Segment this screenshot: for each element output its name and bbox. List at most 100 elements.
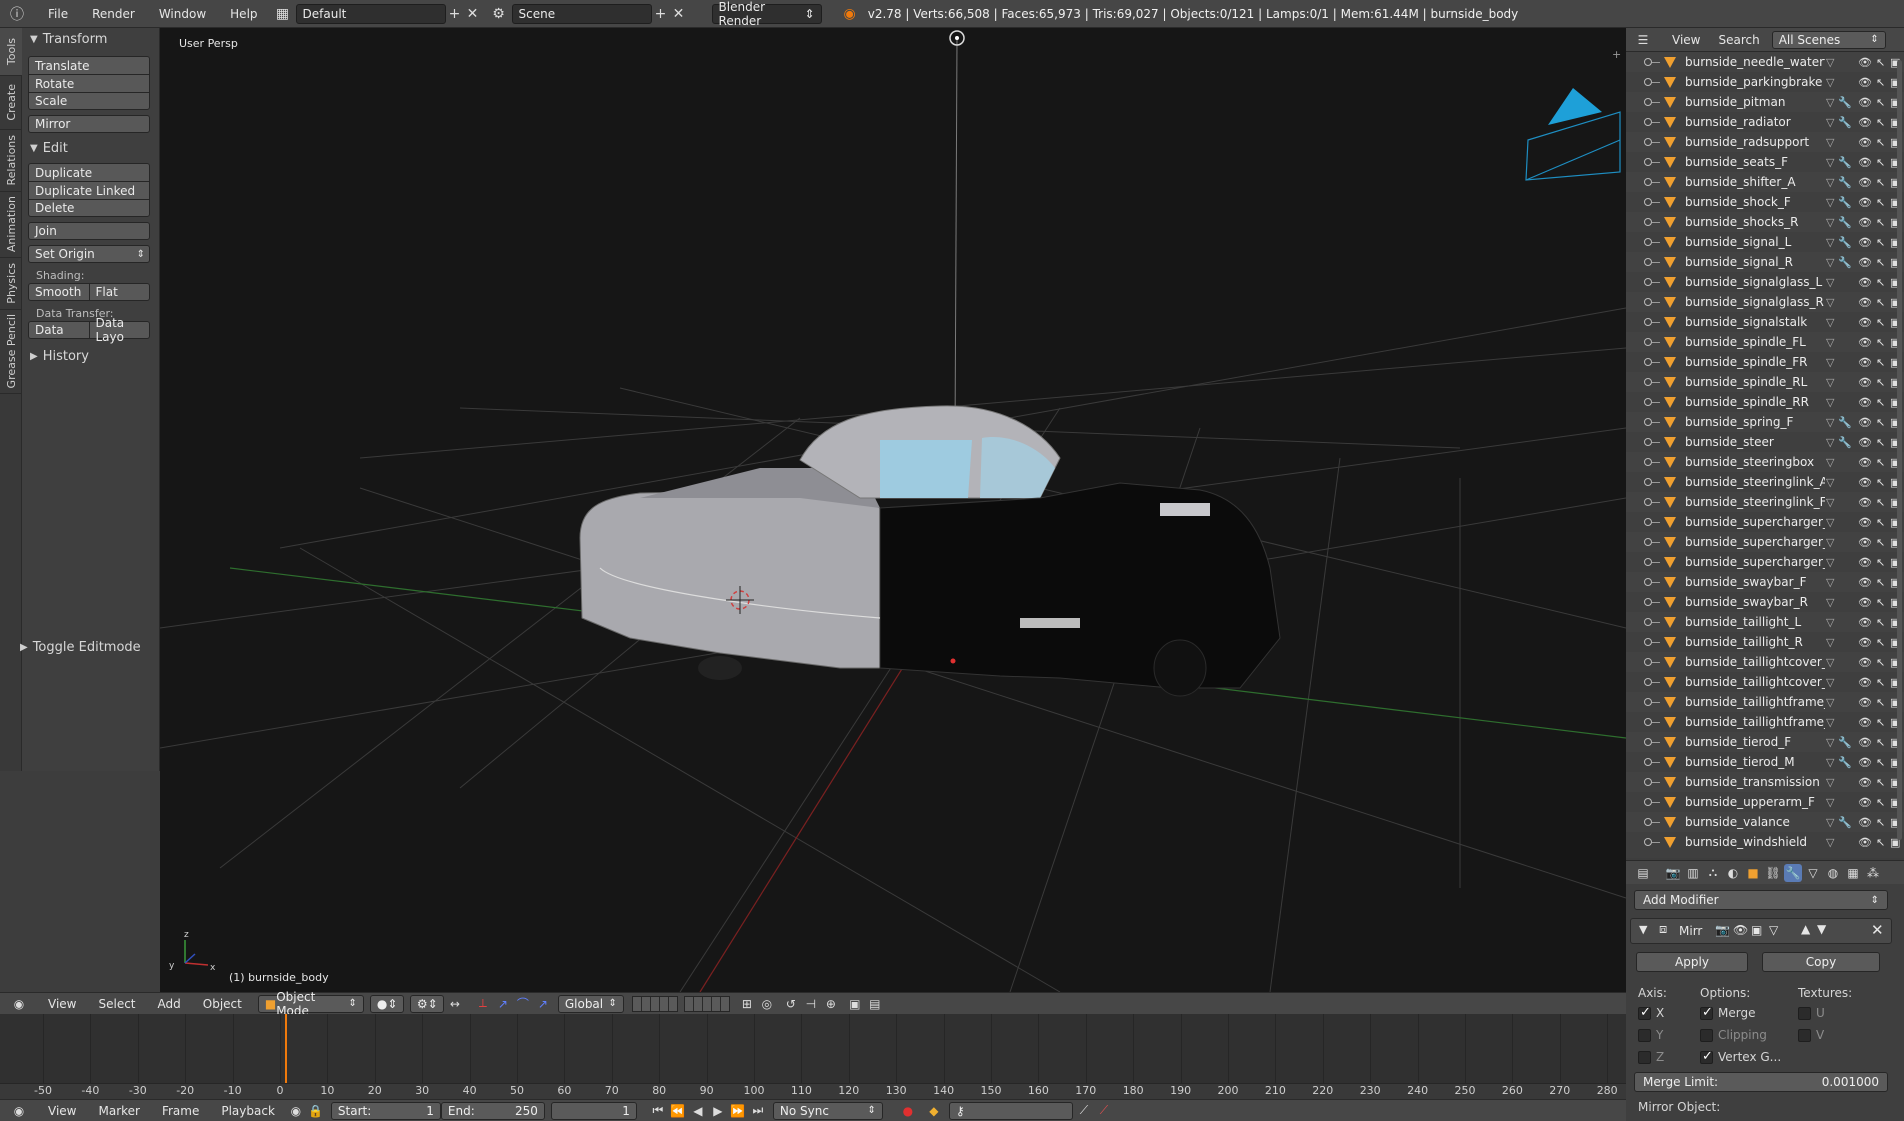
menu-help[interactable]: Help bbox=[230, 7, 257, 21]
visibility-eye-icon[interactable]: 👁 bbox=[1858, 696, 1872, 709]
mesh-data-icon[interactable]: ▽ 🔧 bbox=[1826, 236, 1852, 249]
selectability-cursor-icon[interactable]: ↖ bbox=[1876, 596, 1885, 609]
outliner-item[interactable]: burnside_steer ▽ 🔧 👁 ↖ ▣ bbox=[1626, 432, 1904, 452]
selectability-cursor-icon[interactable]: ↖ bbox=[1876, 616, 1885, 629]
expand-toggle-icon[interactable] bbox=[1644, 678, 1652, 686]
collapse-modifier-icon[interactable]: ▼ bbox=[1639, 923, 1647, 936]
mesh-data-icon[interactable]: ▽ bbox=[1826, 656, 1834, 669]
outliner-item-name[interactable]: burnside_taillightframe_L bbox=[1685, 695, 1825, 709]
vertex-groups-checkbox[interactable] bbox=[1700, 1049, 1713, 1064]
selectability-cursor-icon[interactable]: ↖ bbox=[1876, 276, 1885, 289]
mesh-data-icon[interactable]: ▽ bbox=[1826, 56, 1834, 69]
editmode-toggle-icon[interactable]: ▣ bbox=[1751, 923, 1762, 937]
mesh-data-icon[interactable]: ▽ 🔧 bbox=[1826, 116, 1852, 129]
outliner-item[interactable]: burnside_supercharger_throt▽👁↖▣ bbox=[1626, 552, 1904, 572]
object-tab-icon[interactable]: ■ bbox=[1744, 864, 1762, 882]
outliner-item[interactable]: burnside_radiator ▽ 🔧 👁 ↖ ▣ bbox=[1626, 112, 1904, 132]
editor-type-icon[interactable]: ◉ bbox=[10, 1102, 28, 1120]
playhead[interactable] bbox=[284, 1014, 287, 1083]
outliner-item-name[interactable]: burnside_valance bbox=[1685, 815, 1825, 829]
visibility-eye-icon[interactable]: 👁 bbox=[1858, 436, 1872, 449]
mesh-data-icon[interactable]: ▽ bbox=[1826, 336, 1834, 349]
expand-toggle-icon[interactable] bbox=[1644, 558, 1652, 566]
selectability-cursor-icon[interactable]: ↖ bbox=[1876, 116, 1885, 129]
outliner-item[interactable]: burnside_signal_L ▽ 🔧 👁 ↖ ▣ bbox=[1626, 232, 1904, 252]
visibility-eye-icon[interactable]: 👁 bbox=[1858, 176, 1872, 189]
viewport-corner-plus[interactable]: + bbox=[1612, 48, 1621, 61]
outliner-item[interactable]: burnside_spring_F ▽ 🔧 👁 ↖ ▣ bbox=[1626, 412, 1904, 432]
outliner-item[interactable]: burnside_upperarm_F ▽ 👁 ↖ ▣ bbox=[1626, 792, 1904, 812]
insert-keyframe-icon[interactable]: ⟋ bbox=[1075, 1102, 1093, 1120]
visibility-eye-icon[interactable]: 👁 bbox=[1858, 576, 1872, 589]
transform-panel-header[interactable]: ▼ Transform bbox=[22, 28, 159, 50]
outliner-item[interactable]: burnside_pitman ▽ 🔧 👁 ↖ ▣ bbox=[1626, 92, 1904, 112]
expand-toggle-icon[interactable] bbox=[1644, 258, 1652, 266]
expand-toggle-icon[interactable] bbox=[1644, 718, 1652, 726]
smooth-button[interactable]: Smooth bbox=[28, 283, 90, 301]
copy-button[interactable]: Copy bbox=[1762, 952, 1880, 972]
history-panel-header[interactable]: ▶ History bbox=[22, 345, 159, 367]
visibility-eye-icon[interactable]: 👁 bbox=[1858, 736, 1872, 749]
modifier-name-field[interactable]: Mirr bbox=[1679, 924, 1702, 938]
mesh-data-icon[interactable]: ▽ bbox=[1826, 576, 1834, 589]
arc-manipulator-icon[interactable]: ⌒ bbox=[514, 995, 532, 1013]
mesh-data-icon[interactable]: ▽ 🔧 bbox=[1826, 816, 1852, 829]
render-engine-select[interactable]: Blender Render ⇕ bbox=[711, 0, 822, 28]
axis-y-checkbox[interactable] bbox=[1638, 1029, 1651, 1042]
mesh-data-icon[interactable]: ▽ bbox=[1826, 836, 1834, 849]
selectability-cursor-icon[interactable]: ↖ bbox=[1876, 576, 1885, 589]
outliner-item[interactable]: burnside_shifter_A ▽ 🔧 👁 ↖ ▣ bbox=[1626, 172, 1904, 192]
viewport-shading-select[interactable]: ●⇕ bbox=[369, 994, 404, 1013]
selectability-cursor-icon[interactable]: ↖ bbox=[1876, 436, 1885, 449]
outliner-item[interactable]: burnside_tierod_M ▽ 🔧 👁 ↖ ▣ bbox=[1626, 752, 1904, 772]
outliner-menu-search[interactable]: Search bbox=[1718, 33, 1759, 47]
texture-tab-icon[interactable]: ▦ bbox=[1844, 864, 1862, 882]
outliner-item-name[interactable]: burnside_radiator bbox=[1685, 115, 1825, 129]
visibility-eye-icon[interactable]: 👁 bbox=[1858, 136, 1872, 149]
outliner-item[interactable]: burnside_swaybar_R ▽ 👁 ↖ ▣ bbox=[1626, 592, 1904, 612]
selectability-cursor-icon[interactable]: ↖ bbox=[1876, 96, 1885, 109]
outliner-item[interactable]: burnside_spindle_FR ▽ 👁 ↖ ▣ bbox=[1626, 352, 1904, 372]
selectability-cursor-icon[interactable]: ↖ bbox=[1876, 316, 1885, 329]
outliner-item[interactable]: burnside_signal_R ▽ 🔧 👁 ↖ ▣ bbox=[1626, 252, 1904, 272]
visibility-eye-icon[interactable]: 👁 bbox=[1858, 816, 1872, 829]
visibility-eye-icon[interactable]: 👁 bbox=[1858, 276, 1872, 289]
screen-layout-icon[interactable]: ▦ bbox=[274, 5, 292, 23]
orientation-select[interactable]: Global ⇕ bbox=[557, 994, 624, 1013]
visibility-eye-icon[interactable]: 👁 bbox=[1858, 476, 1872, 489]
expand-toggle-icon[interactable] bbox=[1644, 198, 1652, 206]
play-reverse-icon[interactable]: ◀ bbox=[689, 1102, 707, 1120]
mesh-data-icon[interactable]: ▽ 🔧 bbox=[1826, 216, 1852, 229]
selectability-cursor-icon[interactable]: ↖ bbox=[1876, 796, 1885, 809]
expand-toggle-icon[interactable] bbox=[1644, 458, 1652, 466]
visibility-eye-icon[interactable]: 👁 bbox=[1858, 116, 1872, 129]
lock-camera-icon[interactable]: ⊞ bbox=[738, 995, 756, 1013]
info-editor-icon[interactable]: ⓘ bbox=[8, 5, 26, 23]
selectability-cursor-icon[interactable]: ↖ bbox=[1876, 236, 1885, 249]
menu-frame[interactable]: Frame bbox=[162, 1104, 199, 1118]
duplicate-linked-button[interactable]: Duplicate Linked bbox=[28, 181, 150, 199]
expand-toggle-icon[interactable] bbox=[1644, 658, 1652, 666]
outliner-item-name[interactable]: burnside_signalglass_L bbox=[1685, 275, 1825, 289]
tab-relations[interactable]: Relations bbox=[0, 130, 22, 192]
outliner[interactable]: burnside_needle_watertemp▽👁↖▣burnside_pa… bbox=[1626, 52, 1904, 858]
outliner-item[interactable]: burnside_spindle_FL ▽ 👁 ↖ ▣ bbox=[1626, 332, 1904, 352]
outliner-item[interactable]: burnside_swaybar_F ▽ 👁 ↖ ▣ bbox=[1626, 572, 1904, 592]
selectability-cursor-icon[interactable]: ↖ bbox=[1876, 716, 1885, 729]
tab-animation[interactable]: Animation bbox=[0, 192, 22, 258]
expand-toggle-icon[interactable] bbox=[1644, 58, 1652, 66]
constraints-tab-icon[interactable]: ⛓ bbox=[1764, 864, 1782, 882]
visibility-eye-icon[interactable]: 👁 bbox=[1858, 456, 1872, 469]
visibility-eye-icon[interactable]: 👁 bbox=[1858, 516, 1872, 529]
mesh-data-icon[interactable]: ▽ bbox=[1826, 316, 1834, 329]
outliner-item[interactable]: burnside_steeringbox ▽ 👁 ↖ ▣ bbox=[1626, 452, 1904, 472]
visibility-eye-icon[interactable]: 👁 bbox=[1858, 636, 1872, 649]
outliner-menu-view[interactable]: View bbox=[1672, 33, 1700, 47]
scene-tab-icon[interactable]: ⛬ bbox=[1704, 864, 1722, 882]
scene-icon[interactable]: ⚙ bbox=[490, 5, 508, 23]
outliner-item-name[interactable]: burnside_signal_R bbox=[1685, 255, 1825, 269]
selectability-cursor-icon[interactable]: ↖ bbox=[1876, 636, 1885, 649]
pivot-select[interactable]: ⚙⇕ bbox=[409, 994, 444, 1013]
menu-render[interactable]: Render bbox=[92, 7, 135, 21]
editor-type-icon[interactable]: ◉ bbox=[10, 995, 28, 1013]
